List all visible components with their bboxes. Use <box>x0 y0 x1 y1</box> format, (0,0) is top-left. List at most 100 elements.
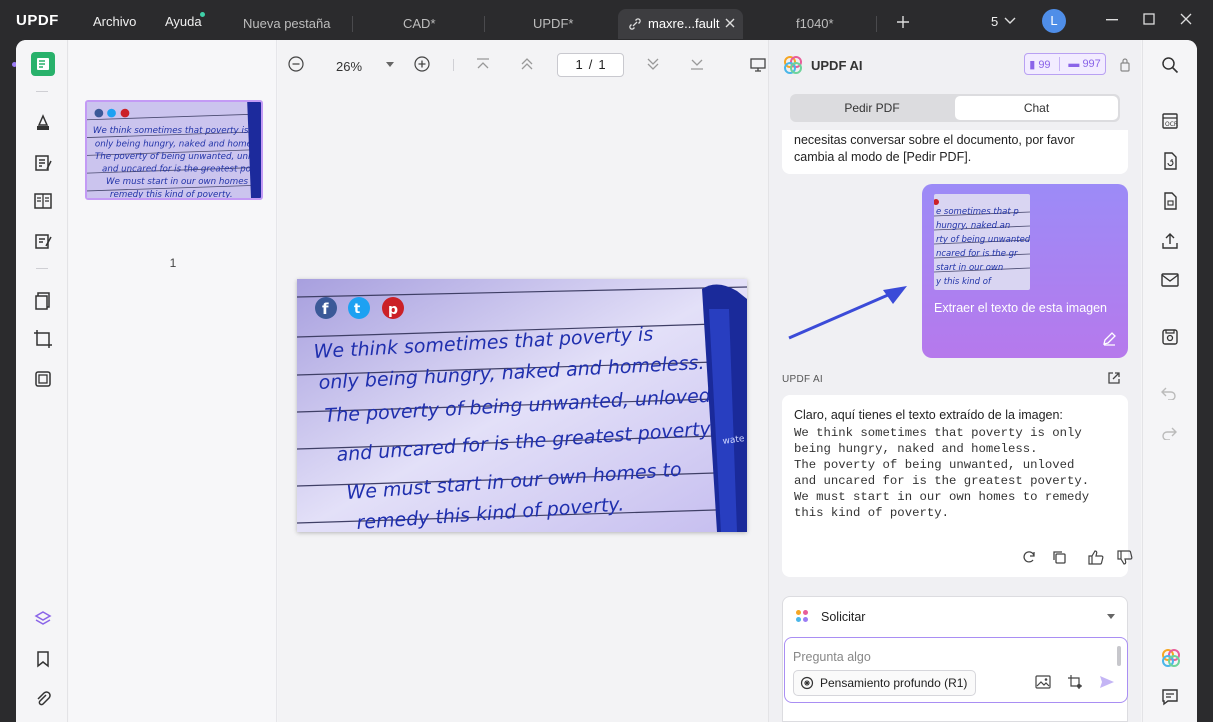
input-scrollbar[interactable] <box>1117 646 1121 666</box>
undo-icon[interactable] <box>1161 386 1177 400</box>
updf-ai-icon[interactable] <box>1161 648 1181 668</box>
svg-text:rty of being unwanted: rty of being unwanted <box>936 235 1030 245</box>
ai-reply-message: Claro, aquí tienes el texto extraído de … <box>782 395 1128 577</box>
tab-separator <box>876 16 877 32</box>
title-bar: UPDF Archivo Ayuda Nueva pestaña CAD* UP… <box>0 0 1213 44</box>
presentation-icon[interactable] <box>750 58 766 72</box>
menu-ayuda[interactable]: Ayuda <box>165 14 202 29</box>
screenshot-crop-icon[interactable] <box>1067 674 1083 690</box>
prompt-dropdown-icon[interactable] <box>1107 614 1115 620</box>
first-page-icon[interactable] <box>476 58 490 70</box>
redo-icon[interactable] <box>1161 426 1177 440</box>
page-thumbnail[interactable]: We think sometimes that poverty is only … <box>85 100 263 200</box>
convert-icon[interactable] <box>32 368 54 390</box>
window-close-icon[interactable] <box>1180 13 1192 25</box>
bookmark-icon[interactable] <box>32 648 54 670</box>
reply-line-2: being hungry, naked and homeless. <box>794 442 1038 456</box>
chevron-down-icon[interactable] <box>1004 16 1016 26</box>
close-icon[interactable] <box>724 17 736 29</box>
prev-page-icon[interactable] <box>520 58 534 70</box>
avatar[interactable]: L <box>1042 9 1066 33</box>
attachment-icon[interactable] <box>32 688 54 710</box>
tab-chat[interactable]: Chat <box>955 96 1118 120</box>
send-icon[interactable] <box>1099 675 1115 689</box>
edit-pencil-icon[interactable] <box>1102 331 1117 346</box>
pin-icon[interactable] <box>1119 57 1131 73</box>
ocr-icon[interactable]: OCR <box>1161 112 1179 130</box>
mode-switch: Pedir PDF Chat <box>790 94 1120 122</box>
page-total: 1 <box>598 57 606 72</box>
thumb-line5: We must start in our own homes to <box>106 177 260 187</box>
ai-sender-label: UPDF AI <box>782 374 823 385</box>
svg-text:y this kind of: y this kind of <box>935 277 993 287</box>
user-message-bubble: e sometimes that p hungry, naked an rty … <box>922 184 1128 358</box>
prev-msg-line2: cambia al modo de [Pedir PDF]. <box>794 150 972 164</box>
regenerate-icon[interactable] <box>1022 550 1037 565</box>
highlighter-icon[interactable] <box>32 112 54 134</box>
tab-nueva-pestana[interactable]: Nueva pestaña <box>243 9 330 39</box>
notification-dot <box>200 12 205 17</box>
share-icon[interactable] <box>1161 232 1179 250</box>
document-viewer: 26% 1/1 We think sometimes that poverty … <box>278 40 768 722</box>
main-window: We think sometimes that poverty is only … <box>16 40 1197 722</box>
thumbnail-page-number: 1 <box>169 256 177 270</box>
layers-icon[interactable] <box>32 608 54 630</box>
protect-file-icon[interactable] <box>1161 192 1179 210</box>
zoom-level[interactable]: 26% <box>336 59 362 74</box>
edit-text-icon[interactable] <box>32 152 54 174</box>
tab-pedir-pdf[interactable]: Pedir PDF <box>792 96 952 120</box>
comment-icon[interactable] <box>1161 688 1179 706</box>
attached-image-thumbnail[interactable]: e sometimes that p hungry, naked an rty … <box>934 194 1030 290</box>
open-external-icon[interactable] <box>1107 371 1121 385</box>
zoom-dropdown-icon[interactable] <box>386 62 394 68</box>
page-number-input[interactable]: 1/1 <box>557 53 624 77</box>
document-page-image: We think sometimes that poverty is only … <box>297 279 747 532</box>
copy-icon[interactable] <box>1052 550 1067 565</box>
deep-thinking-button[interactable]: Pensamiento profundo (R1) <box>793 670 977 696</box>
minimize-icon[interactable] <box>1106 19 1118 21</box>
svg-text:t: t <box>354 302 360 317</box>
quota-b: ▬ 997 <box>1068 58 1101 70</box>
brain-icon <box>800 676 814 690</box>
window-count[interactable]: 5 <box>991 14 998 29</box>
convert-file-icon[interactable] <box>1161 152 1179 170</box>
svg-text:OCR: OCR <box>1165 121 1178 128</box>
reader-mode-icon[interactable] <box>31 52 55 76</box>
crop-icon[interactable] <box>32 328 54 350</box>
zoom-in-icon[interactable] <box>414 56 430 72</box>
app-logo: UPDF <box>16 12 59 29</box>
image-upload-icon[interactable] <box>1035 675 1051 689</box>
email-icon[interactable] <box>1161 272 1179 288</box>
previous-ai-message: necesitas conversar sobre el documento, … <box>782 130 1128 174</box>
tab-updf[interactable]: UPDF* <box>533 9 573 39</box>
zoom-out-icon[interactable] <box>288 56 304 72</box>
sign-icon[interactable] <box>32 230 54 252</box>
form-icon[interactable] <box>32 190 54 212</box>
thumb-line3: The poverty of being unwanted, unloved <box>95 152 263 162</box>
ai-header: UPDF AI ▮ 99 ▬ 997 <box>769 40 1142 90</box>
question-input-box[interactable]: Pregunta algo Pensamiento profundo (R1) <box>784 637 1128 703</box>
quota-badge[interactable]: ▮ 99 ▬ 997 <box>1024 53 1106 75</box>
reply-line-3: The poverty of being unwanted, unloved <box>794 458 1075 472</box>
tab-label: maxre...fault <box>648 16 720 31</box>
organize-pages-icon[interactable] <box>32 290 54 312</box>
next-page-icon[interactable] <box>646 58 660 70</box>
thumbs-down-icon[interactable] <box>1117 550 1133 565</box>
thumbs-up-icon[interactable] <box>1088 550 1104 565</box>
tab-cad[interactable]: CAD* <box>403 9 436 39</box>
tab-separator <box>352 16 353 32</box>
last-page-icon[interactable] <box>690 58 704 70</box>
new-tab-plus-icon[interactable] <box>896 15 910 29</box>
thumb-line2: only being hungry, naked and homeless. <box>95 139 263 149</box>
tab-f1040[interactable]: f1040* <box>796 9 834 39</box>
search-icon[interactable] <box>1161 56 1179 74</box>
maximize-icon[interactable] <box>1143 13 1155 25</box>
tab-maxrefault[interactable]: maxre...fault <box>618 9 743 39</box>
deep-thinking-label: Pensamiento profundo (R1) <box>820 676 968 690</box>
menu-archivo[interactable]: Archivo <box>93 14 136 29</box>
reply-line-6: this kind of poverty. <box>794 506 949 520</box>
save-icon[interactable] <box>1161 328 1179 346</box>
svg-text:ncared for is the gr: ncared for is the gr <box>936 249 1018 259</box>
question-input-placeholder[interactable]: Pregunta algo <box>793 650 871 664</box>
prompt-selector[interactable]: Solicitar <box>821 610 865 624</box>
